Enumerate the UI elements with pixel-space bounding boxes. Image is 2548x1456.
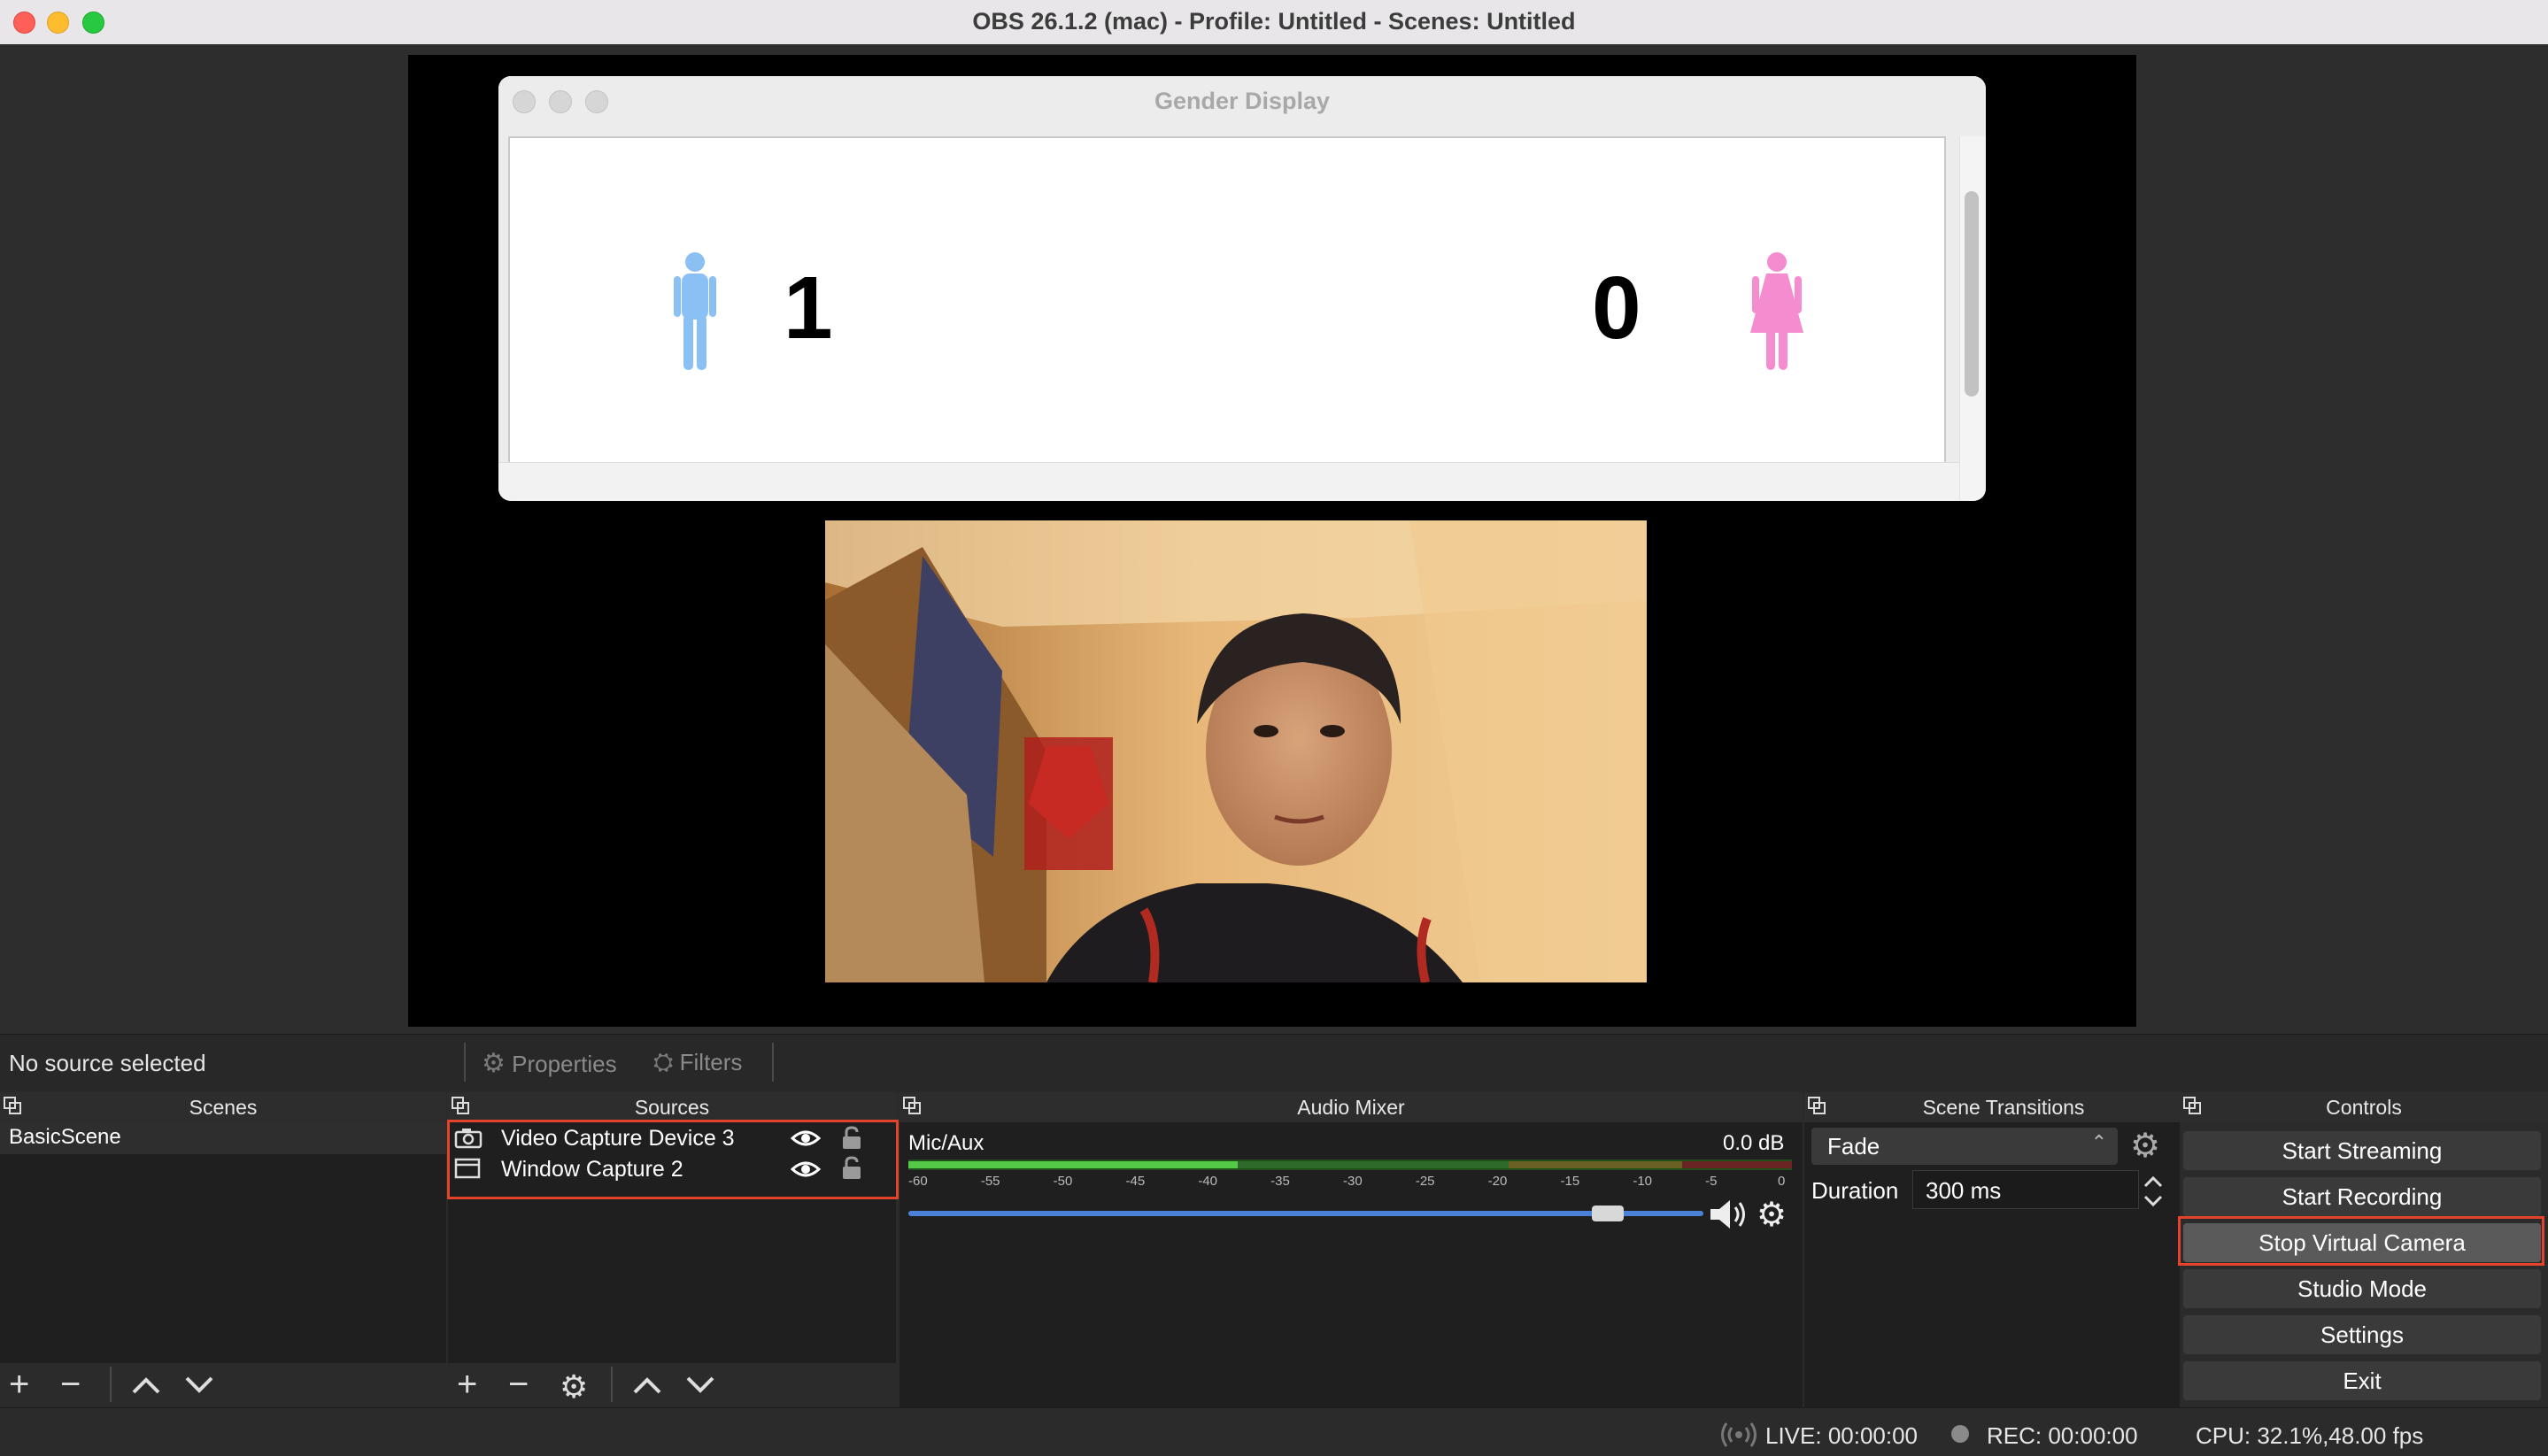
audio-settings-gear-icon[interactable]: ⚙ bbox=[1757, 1195, 1787, 1235]
controls-title: Controls bbox=[2326, 1096, 2402, 1119]
meter-tick-label: -15 bbox=[1560, 1174, 1580, 1189]
scene-transitions-title: Scene Transitions bbox=[1922, 1096, 2085, 1119]
gender-display-window: Gender Display 1 0 bbox=[498, 76, 1986, 501]
sources-footer: + − ⚙ bbox=[448, 1363, 896, 1407]
scenes-title: Scenes bbox=[189, 1096, 258, 1119]
duration-value: 300 ms bbox=[1926, 1177, 2002, 1204]
filters-button[interactable]: ⛭ Filters bbox=[653, 1048, 742, 1077]
female-icon bbox=[1750, 252, 1803, 370]
duration-input[interactable]: 300 ms bbox=[1912, 1170, 2139, 1209]
footer-divider bbox=[611, 1367, 613, 1402]
scenes-footer: + − bbox=[0, 1363, 446, 1407]
sources-highlight-box bbox=[447, 1120, 899, 1199]
meter-tick-label: -50 bbox=[1053, 1174, 1073, 1189]
exit-button[interactable]: Exit bbox=[2183, 1361, 2541, 1400]
source-toolbar bbox=[0, 1034, 2548, 1093]
scene-item[interactable]: BasicScene bbox=[9, 1125, 121, 1150]
audio-mixer-dock-header: Audio Mixer bbox=[900, 1092, 1803, 1122]
meter-tick-label: -10 bbox=[1633, 1174, 1653, 1189]
selected-source-label: No source selected bbox=[9, 1050, 206, 1076]
cpu-fps-readout: CPU: 32.1%,48.00 fps bbox=[2196, 1422, 2424, 1449]
audio-channel-name: Mic/Aux bbox=[908, 1131, 984, 1155]
audio-meter bbox=[908, 1159, 1792, 1170]
male-icon bbox=[674, 252, 716, 370]
meter-tick-label: -60 bbox=[908, 1174, 928, 1189]
meter-tick-label: -45 bbox=[1125, 1174, 1146, 1189]
scene-transitions-panel bbox=[1804, 1122, 2180, 1407]
meter-tick-label: -40 bbox=[1198, 1174, 1218, 1189]
volume-slider[interactable] bbox=[908, 1211, 1703, 1216]
controls-dock-header: Controls bbox=[2180, 1092, 2548, 1122]
audio-meter-green-zone bbox=[1238, 1161, 1509, 1168]
studio-mode-button[interactable]: Studio Mode bbox=[2183, 1269, 2541, 1308]
transition-selected-label: Fade bbox=[1827, 1133, 1880, 1159]
dock-float-icon[interactable] bbox=[903, 1097, 921, 1114]
dock-float-icon[interactable] bbox=[452, 1097, 469, 1114]
start-recording-button[interactable]: Start Recording bbox=[2183, 1177, 2541, 1216]
audio-meter-active bbox=[908, 1161, 1238, 1168]
properties-button[interactable]: ⚙ Properties bbox=[482, 1048, 617, 1079]
dock-float-icon[interactable] bbox=[1808, 1097, 1826, 1114]
gender-display-scroll-thumb[interactable] bbox=[1965, 191, 1979, 397]
audio-mixer-title: Audio Mixer bbox=[1297, 1096, 1405, 1119]
properties-label: Properties bbox=[512, 1051, 617, 1077]
audio-meter-red-zone bbox=[1682, 1161, 1792, 1168]
meter-tick-label: 0 bbox=[1778, 1174, 1786, 1189]
meter-tick-label: -55 bbox=[980, 1174, 1000, 1189]
webcam-image bbox=[825, 520, 1647, 982]
record-indicator-icon bbox=[1951, 1425, 1969, 1443]
scenes-dock-header: Scenes bbox=[0, 1092, 446, 1122]
move-source-up-icon[interactable] bbox=[632, 1375, 662, 1395]
filters-label: Filters bbox=[679, 1049, 743, 1075]
window-title: OBS 26.1.2 (mac) - Profile: Untitled - S… bbox=[972, 8, 1576, 35]
gender-display-bottom-bar bbox=[498, 462, 1968, 501]
virtual-camera-highlight-box bbox=[2178, 1216, 2544, 1266]
footer-divider bbox=[110, 1367, 112, 1402]
remove-source-button[interactable]: − bbox=[508, 1365, 529, 1405]
meter-tick-label: -25 bbox=[1415, 1174, 1435, 1189]
toolbar-divider bbox=[772, 1043, 774, 1082]
live-timer: LIVE: 00:00:00 bbox=[1765, 1422, 1919, 1449]
start-streaming-button[interactable]: Start Streaming bbox=[2183, 1131, 2541, 1170]
remove-scene-button[interactable]: − bbox=[60, 1365, 81, 1405]
meter-tick-label: -5 bbox=[1705, 1174, 1718, 1189]
transition-select[interactable]: Fade ⌃ bbox=[1811, 1128, 2118, 1165]
transition-properties-gear-icon[interactable]: ⚙ bbox=[2130, 1126, 2160, 1166]
gender-display-title: Gender Display bbox=[1154, 88, 1331, 114]
meter-tick-label: -20 bbox=[1487, 1174, 1508, 1189]
gender-display-content: 1 0 bbox=[508, 136, 1946, 462]
toolbar-divider bbox=[464, 1043, 466, 1082]
webcam-feed bbox=[825, 520, 1647, 982]
sources-title: Sources bbox=[634, 1096, 710, 1119]
scene-transitions-dock-header: Scene Transitions bbox=[1804, 1092, 2203, 1122]
live-broadcast-icon bbox=[1721, 1422, 1757, 1447]
volume-slider-handle[interactable] bbox=[1592, 1206, 1625, 1221]
duration-label: Duration bbox=[1811, 1177, 1899, 1204]
meter-tick-label: -35 bbox=[1270, 1174, 1290, 1189]
female-count: 0 bbox=[1592, 258, 1641, 358]
audio-meter-yellow-zone bbox=[1509, 1161, 1682, 1168]
male-count: 1 bbox=[784, 258, 833, 358]
settings-button[interactable]: Settings bbox=[2183, 1315, 2541, 1354]
rec-timer: REC: 00:00:00 bbox=[1987, 1422, 2138, 1449]
source-properties-gear-icon[interactable]: ⚙ bbox=[560, 1368, 588, 1406]
audio-meter-scale: -60 -55 -50 -45 -40 -35 -30 -25 -20 -15 -10 -5 0 bbox=[908, 1174, 1792, 1191]
add-scene-button[interactable]: + bbox=[9, 1365, 29, 1405]
duration-stepper-icon[interactable] bbox=[2141, 1172, 2166, 1211]
move-source-down-icon[interactable] bbox=[685, 1375, 715, 1395]
dock-float-icon[interactable] bbox=[2183, 1097, 2201, 1114]
scenes-list bbox=[0, 1122, 446, 1363]
gear-icon: ⚙ bbox=[482, 1049, 506, 1078]
sources-dock-header: Sources bbox=[448, 1092, 896, 1122]
speaker-icon[interactable] bbox=[1709, 1198, 1749, 1230]
add-source-button[interactable]: + bbox=[457, 1365, 477, 1405]
audio-level-readout: 0.0 dB bbox=[1723, 1131, 1785, 1155]
dock-float-icon[interactable] bbox=[4, 1097, 21, 1114]
select-updown-icon: ⌃ bbox=[2090, 1131, 2107, 1153]
filter-icon: ⛭ bbox=[653, 1048, 674, 1075]
move-scene-up-icon[interactable] bbox=[131, 1375, 161, 1395]
status-bar bbox=[0, 1407, 2548, 1456]
meter-tick-label: -30 bbox=[1343, 1174, 1363, 1189]
move-scene-down-icon[interactable] bbox=[184, 1375, 214, 1395]
